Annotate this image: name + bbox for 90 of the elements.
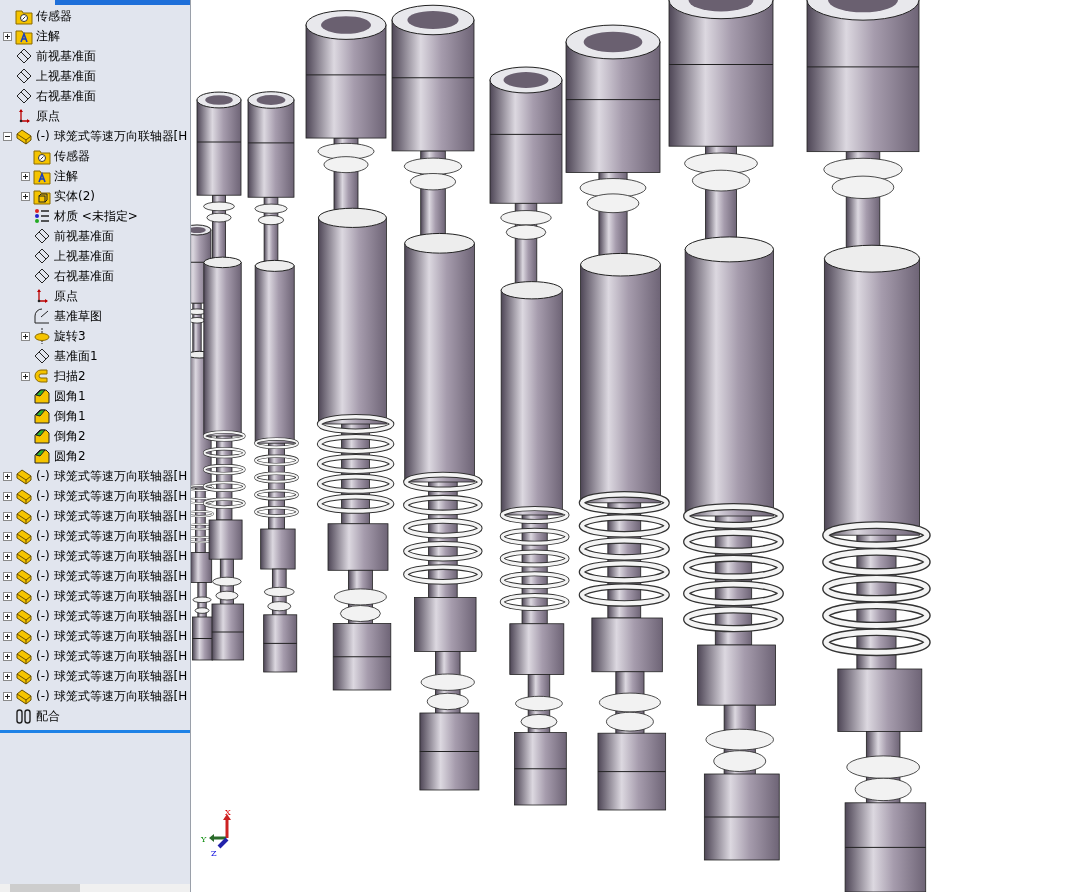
tree-item-label[interactable]: (-) 球笼式等速万向联轴器[H xyxy=(36,487,188,505)
expand-toggle[interactable] xyxy=(3,31,12,41)
tree-item-label[interactable]: (-) 球笼式等速万向联轴器[H xyxy=(36,587,188,605)
part-icon xyxy=(15,527,33,545)
tree-item-label[interactable]: (-) 球笼式等速万向联轴器[H xyxy=(36,607,188,625)
fillet-icon xyxy=(33,407,51,425)
tree-item-label[interactable]: (-) 球笼式等速万向联轴器[H xyxy=(36,527,188,545)
tree-item-label[interactable]: (-) 球笼式等速万向联轴器[H xyxy=(36,667,188,685)
part-icon xyxy=(15,687,33,705)
tree-item-label[interactable]: 前视基准面 xyxy=(54,227,114,245)
revolve-icon xyxy=(33,327,51,345)
graphics-viewport[interactable]: X Y Z xyxy=(191,0,1081,892)
expand-toggle[interactable] xyxy=(3,531,12,541)
tree-item-label[interactable]: 传感器 xyxy=(36,7,72,25)
tree-item-label[interactable]: 原点 xyxy=(36,107,60,125)
part-icon xyxy=(15,487,33,505)
part-icon xyxy=(15,647,33,665)
tree-item-label[interactable]: (-) 球笼式等速万向联轴器[H xyxy=(36,627,188,645)
expand-toggle[interactable] xyxy=(3,571,12,581)
expand-toggle[interactable] xyxy=(21,171,30,181)
part-icon xyxy=(15,127,33,145)
expand-toggle[interactable] xyxy=(3,631,12,641)
expand-toggle[interactable] xyxy=(3,471,12,481)
fillet-icon xyxy=(33,427,51,445)
tree-item-label[interactable]: 倒角2 xyxy=(54,427,86,445)
material-icon xyxy=(33,207,51,225)
tree-item-label[interactable]: 原点 xyxy=(54,287,78,305)
tree-item-label[interactable]: (-) 球笼式等速万向联轴器[H xyxy=(36,687,188,705)
tree-item-label[interactable]: 圆角2 xyxy=(54,447,86,465)
part-icon xyxy=(15,547,33,565)
tree-item-label[interactable]: (-) 球笼式等速万向联轴器[H xyxy=(36,547,188,565)
tree-item-label[interactable]: 右视基准面 xyxy=(54,267,114,285)
plane-icon xyxy=(33,247,51,265)
tree-item-label[interactable]: 上视基准面 xyxy=(54,247,114,265)
plane-icon xyxy=(15,47,33,65)
plane-icon xyxy=(33,347,51,365)
part-icon xyxy=(15,467,33,485)
fillet-icon xyxy=(33,447,51,465)
expand-toggle[interactable] xyxy=(21,191,30,201)
plane-icon xyxy=(33,267,51,285)
expand-toggle[interactable] xyxy=(3,691,12,701)
expand-toggle[interactable] xyxy=(21,371,30,381)
annotation-folder-icon xyxy=(15,27,33,45)
sweep-icon xyxy=(33,367,51,385)
horizontal-scrollbar[interactable] xyxy=(0,884,190,892)
tree-item-label[interactable]: (-) 球笼式等速万向联轴器[H xyxy=(36,127,188,145)
annotation-folder-icon xyxy=(33,167,51,185)
mate-icon xyxy=(15,707,33,725)
tree-item-label[interactable]: 基准面1 xyxy=(54,347,98,365)
part-icon xyxy=(15,567,33,585)
tree-item-label[interactable]: 基准草图 xyxy=(54,307,102,325)
collapse-toggle[interactable] xyxy=(3,131,12,141)
tree-item-label[interactable]: (-) 球笼式等速万向联轴器[H xyxy=(36,507,188,525)
sketch-icon xyxy=(33,307,51,325)
expand-toggle[interactable] xyxy=(3,651,12,661)
tree-item-label[interactable]: 配合 xyxy=(36,707,60,725)
tree-item-label[interactable]: 倒角1 xyxy=(54,407,86,425)
part-icon xyxy=(15,667,33,685)
tree-item-label[interactable]: 注解 xyxy=(36,27,60,45)
tree-item-label[interactable]: (-) 球笼式等速万向联轴器[H xyxy=(36,647,188,665)
expand-toggle[interactable] xyxy=(3,491,12,501)
part-icon xyxy=(15,507,33,525)
fillet-icon xyxy=(33,387,51,405)
tree-item-label[interactable]: 注解 xyxy=(54,167,78,185)
tree-item-label[interactable]: 实体(2) xyxy=(54,187,95,205)
plane-icon xyxy=(33,227,51,245)
part-icon xyxy=(15,587,33,605)
tree-item-label[interactable]: 上视基准面 xyxy=(36,67,96,85)
tree-item-label[interactable]: 前视基准面 xyxy=(36,47,96,65)
expand-toggle[interactable] xyxy=(3,611,12,621)
expand-toggle[interactable] xyxy=(3,591,12,601)
tree-item-label[interactable]: 圆角1 xyxy=(54,387,86,405)
tree-item-label[interactable]: 扫描2 xyxy=(54,367,86,385)
expand-toggle[interactable] xyxy=(3,551,12,561)
tree-item-label[interactable]: (-) 球笼式等速万向联轴器[H xyxy=(36,567,188,585)
tree-item-label[interactable]: 传感器 xyxy=(54,147,90,165)
tree-item-label[interactable]: 右视基准面 xyxy=(36,87,96,105)
plane-icon xyxy=(15,87,33,105)
expand-toggle[interactable] xyxy=(3,671,12,681)
tree-item-label[interactable]: 材质 <未指定> xyxy=(54,207,138,225)
part-icon xyxy=(15,607,33,625)
solid-folder-icon xyxy=(33,187,51,205)
expand-toggle[interactable] xyxy=(3,511,12,521)
part-icon xyxy=(15,627,33,645)
sensor-folder-icon xyxy=(33,147,51,165)
tree-item-label[interactable]: 旋转3 xyxy=(54,327,86,345)
sensor-folder-icon xyxy=(15,7,33,25)
tree-item-label[interactable]: (-) 球笼式等速万向联轴器[H xyxy=(36,467,188,485)
expand-toggle[interactable] xyxy=(21,331,30,341)
plane-icon xyxy=(15,67,33,85)
